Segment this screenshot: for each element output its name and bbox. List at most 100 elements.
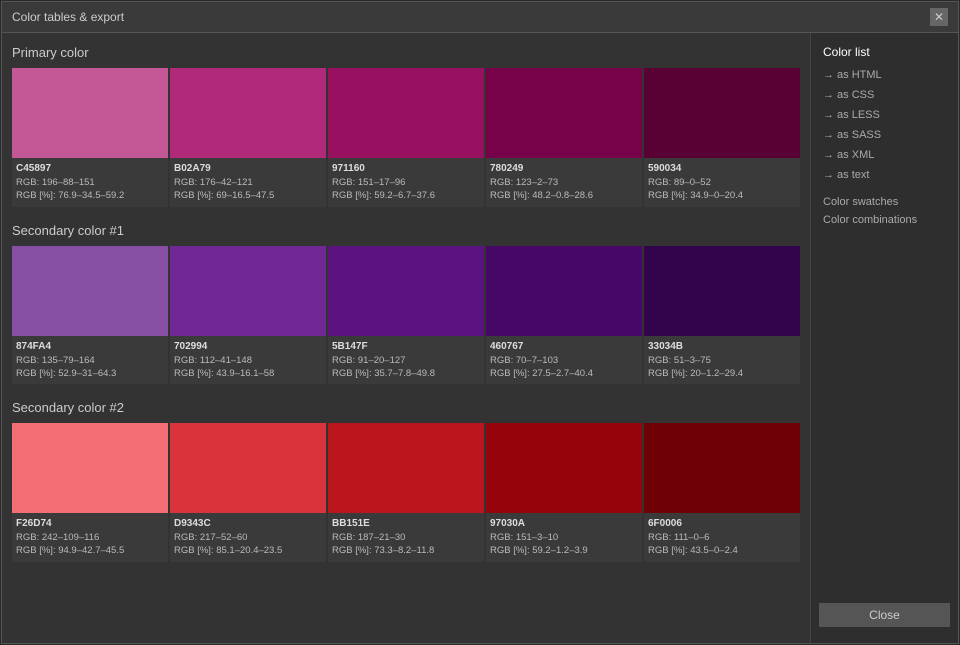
color-cell-1-4: 33034BRGB: 51–3–75RGB [%]: 20–1.2–29.4 (644, 246, 800, 385)
color-row-1: 874FA4RGB: 135–79–164RGB [%]: 52.9–31–64… (12, 246, 800, 385)
color-hex-2-4: 6F0006 (648, 517, 796, 531)
color-rgb-pct-2-4: RGB [%]: 43.5–0–2.4 (648, 544, 796, 557)
color-rgb-1-3: RGB: 70–7–103 (490, 354, 638, 367)
color-rgb-0-2: RGB: 151–17–96 (332, 176, 480, 189)
sidebar: Color list → as HTML → as CSS → as LESS … (810, 33, 958, 643)
color-swatch-1-1 (170, 246, 326, 336)
color-info-2-2: BB151ERGB: 187–21–30RGB [%]: 73.3–8.2–11… (328, 513, 484, 562)
color-cell-2-4: 6F0006RGB: 111–0–6RGB [%]: 43.5–0–2.4 (644, 423, 800, 562)
color-rgb-0-4: RGB: 89–0–52 (648, 176, 796, 189)
color-hex-0-0: C45897 (16, 162, 164, 176)
color-info-0-1: B02A79RGB: 176–42–121RGB [%]: 69–16.5–47… (170, 158, 326, 207)
color-cell-2-0: F26D74RGB: 242–109–116RGB [%]: 94.9–42.7… (12, 423, 168, 562)
color-rgb-1-0: RGB: 135–79–164 (16, 354, 164, 367)
color-rgb-1-4: RGB: 51–3–75 (648, 354, 796, 367)
color-cell-0-3: 780249RGB: 123–2–73RGB [%]: 48.2–0.8–28.… (486, 68, 642, 207)
color-rgb-0-0: RGB: 196–88–151 (16, 176, 164, 189)
color-swatch-2-2 (328, 423, 484, 513)
sidebar-item-less[interactable]: → as LESS (811, 105, 958, 125)
color-cell-0-4: 590034RGB: 89–0–52RGB [%]: 34.9–0–20.4 (644, 68, 800, 207)
color-rgb-pct-0-2: RGB [%]: 59.2–6.7–37.6 (332, 189, 480, 202)
color-info-0-4: 590034RGB: 89–0–52RGB [%]: 34.9–0–20.4 (644, 158, 800, 207)
color-info-1-0: 874FA4RGB: 135–79–164RGB [%]: 52.9–31–64… (12, 336, 168, 385)
color-info-0-3: 780249RGB: 123–2–73RGB [%]: 48.2–0.8–28.… (486, 158, 642, 207)
color-cell-2-2: BB151ERGB: 187–21–30RGB [%]: 73.3–8.2–11… (328, 423, 484, 562)
color-info-1-1: 702994RGB: 112–41–148RGB [%]: 43.9–16.1–… (170, 336, 326, 385)
sidebar-item-css[interactable]: → as CSS (811, 85, 958, 105)
color-info-2-1: D9343CRGB: 217–52–60RGB [%]: 85.1–20.4–2… (170, 513, 326, 562)
color-rgb-pct-0-1: RGB [%]: 69–16.5–47.5 (174, 189, 322, 202)
main-area: Primary colorC45897RGB: 196–88–151RGB [%… (2, 33, 810, 643)
dialog-body: Primary colorC45897RGB: 196–88–151RGB [%… (2, 33, 958, 643)
color-swatch-0-4 (644, 68, 800, 158)
color-rgb-pct-0-3: RGB [%]: 48.2–0.8–28.6 (490, 189, 638, 202)
color-rgb-pct-2-3: RGB [%]: 59.2–1.2–3.9 (490, 544, 638, 557)
dialog: Color tables & export ✕ Primary color C45… (1, 1, 959, 644)
color-row-0: C45897RGB: 196–88–151RGB [%]: 76.9–34.5–… (12, 68, 800, 207)
color-rgb-2-2: RGB: 187–21–30 (332, 531, 480, 544)
title-close-button[interactable]: ✕ (930, 8, 948, 26)
color-info-1-2: 5B147FRGB: 91–20–127RGB [%]: 35.7–7.8–49… (328, 336, 484, 385)
color-rgb-1-2: RGB: 91–20–127 (332, 354, 480, 367)
color-section-0: Primary colorC45897RGB: 196–88–151RGB [%… (12, 45, 800, 207)
color-swatch-1-0 (12, 246, 168, 336)
color-swatch-0-2 (328, 68, 484, 158)
color-section-1: Secondary color #1874FA4RGB: 135–79–164R… (12, 223, 800, 385)
close-button[interactable]: Close (819, 603, 950, 627)
color-hex-1-0: 874FA4 (16, 340, 164, 354)
color-rgb-2-1: RGB: 217–52–60 (174, 531, 322, 544)
color-hex-1-4: 33034B (648, 340, 796, 354)
color-cell-2-3: 97030ARGB: 151–3–10RGB [%]: 59.2–1.2–3.9 (486, 423, 642, 562)
sidebar-color-combinations[interactable]: Color combinations (811, 211, 958, 229)
color-info-0-2: 971160RGB: 151–17–96RGB [%]: 59.2–6.7–37… (328, 158, 484, 207)
color-swatch-1-4 (644, 246, 800, 336)
color-swatch-0-1 (170, 68, 326, 158)
color-cell-1-1: 702994RGB: 112–41–148RGB [%]: 43.9–16.1–… (170, 246, 326, 385)
color-hex-0-4: 590034 (648, 162, 796, 176)
color-hex-1-3: 460767 (490, 340, 638, 354)
color-hex-2-2: BB151E (332, 517, 480, 531)
color-hex-2-1: D9343C (174, 517, 322, 531)
color-cell-1-3: 460767RGB: 70–7–103RGB [%]: 27.5–2.7–40.… (486, 246, 642, 385)
color-info-1-3: 460767RGB: 70–7–103RGB [%]: 27.5–2.7–40.… (486, 336, 642, 385)
color-cell-1-0: 874FA4RGB: 135–79–164RGB [%]: 52.9–31–64… (12, 246, 168, 385)
color-swatch-2-1 (170, 423, 326, 513)
color-swatch-2-4 (644, 423, 800, 513)
color-info-1-4: 33034BRGB: 51–3–75RGB [%]: 20–1.2–29.4 (644, 336, 800, 385)
section-title-2: Secondary color #2 (12, 400, 800, 415)
color-hex-0-1: B02A79 (174, 162, 322, 176)
color-rgb-pct-1-4: RGB [%]: 20–1.2–29.4 (648, 367, 796, 380)
color-rgb-pct-2-1: RGB [%]: 85.1–20.4–23.5 (174, 544, 322, 557)
color-cell-0-0: C45897RGB: 196–88–151RGB [%]: 76.9–34.5–… (12, 68, 168, 207)
color-rgb-0-3: RGB: 123–2–73 (490, 176, 638, 189)
color-hex-0-2: 971160 (332, 162, 480, 176)
dialog-title: Color tables & export (12, 10, 124, 24)
color-rgb-pct-1-3: RGB [%]: 27.5–2.7–40.4 (490, 367, 638, 380)
color-rgb-pct-1-0: RGB [%]: 52.9–31–64.3 (16, 367, 164, 380)
color-rgb-pct-1-1: RGB [%]: 43.9–16.1–58 (174, 367, 322, 380)
color-rgb-pct-2-2: RGB [%]: 73.3–8.2–11.8 (332, 544, 480, 557)
color-swatch-2-3 (486, 423, 642, 513)
color-hex-2-3: 97030A (490, 517, 638, 531)
title-bar: Color tables & export ✕ (2, 2, 958, 33)
color-swatch-2-0 (12, 423, 168, 513)
color-rgb-2-4: RGB: 111–0–6 (648, 531, 796, 544)
sidebar-item-xml[interactable]: → as XML (811, 145, 958, 165)
color-swatch-1-2 (328, 246, 484, 336)
color-rgb-1-1: RGB: 112–41–148 (174, 354, 322, 367)
color-hex-2-0: F26D74 (16, 517, 164, 531)
color-info-2-3: 97030ARGB: 151–3–10RGB [%]: 59.2–1.2–3.9 (486, 513, 642, 562)
color-swatch-0-3 (486, 68, 642, 158)
sidebar-item-html[interactable]: → as HTML (811, 65, 958, 85)
sidebar-item-sass[interactable]: → as SASS (811, 125, 958, 145)
sidebar-color-swatches[interactable]: Color swatches (811, 193, 958, 211)
color-swatch-0-0 (12, 68, 168, 158)
color-rgb-pct-0-4: RGB [%]: 34.9–0–20.4 (648, 189, 796, 202)
section-title-0: Primary color (12, 45, 800, 60)
color-info-2-4: 6F0006RGB: 111–0–6RGB [%]: 43.5–0–2.4 (644, 513, 800, 562)
sidebar-item-text[interactable]: → as text (811, 165, 958, 185)
color-rgb-0-1: RGB: 176–42–121 (174, 176, 322, 189)
section-title-1: Secondary color #1 (12, 223, 800, 238)
sidebar-bottom: Close (811, 595, 958, 635)
color-row-2: F26D74RGB: 242–109–116RGB [%]: 94.9–42.7… (12, 423, 800, 562)
